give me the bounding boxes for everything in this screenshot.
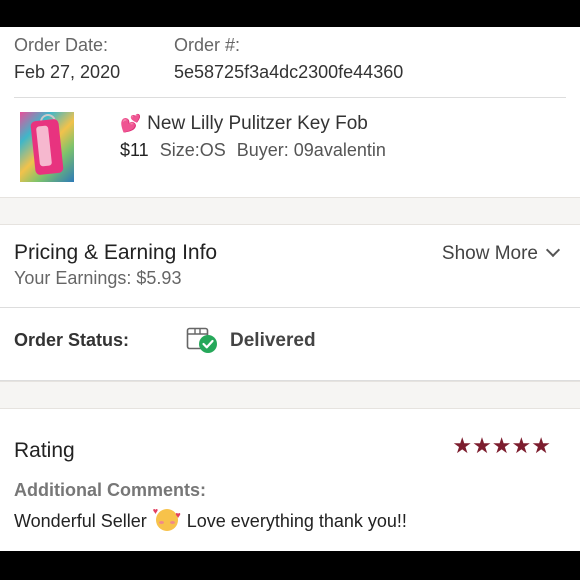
section-separator: [0, 381, 580, 409]
order-date-block: Order Date: Feb 27, 2020: [14, 35, 120, 82]
additional-comments-label: Additional Comments:: [14, 480, 206, 500]
product-details: $11 Size:OS Buyer: 09avalentin: [120, 138, 386, 162]
product-thumbnail[interactable]: [20, 112, 74, 182]
order-meta: Order Date: Feb 27, 2020 Order #: 5e5872…: [14, 35, 574, 95]
comment-text-end: Love everything thank you!!: [186, 511, 407, 531]
order-number-label: Order #:: [174, 35, 241, 55]
order-status-value: Delivered: [230, 330, 316, 351]
order-status-row: Order Status: Delivered: [14, 325, 566, 359]
rating-label: Rating: [14, 439, 75, 462]
delivered-box-check-icon: [186, 327, 217, 353]
product-title: New Lilly Pulitzer Key Fob: [147, 113, 368, 134]
smiling-face-with-hearts-icon: ♥ ♥: [153, 507, 181, 531]
star-icon: ★: [531, 433, 551, 458]
order-number-block: Order #: 5e58725f3a4dc2300fe44360: [174, 35, 403, 82]
order-date-label: Order Date:: [14, 35, 109, 55]
comment-text: Wonderful Seller ♥ ♥ Love everything tha…: [14, 505, 407, 532]
product-size: Size:OS: [159, 140, 226, 160]
section-separator: [0, 197, 580, 225]
product-buyer: Buyer: 09avalentin: [236, 140, 386, 160]
two-hearts-icon: 💕: [120, 114, 142, 133]
divider: [14, 97, 566, 98]
order-date-value: Feb 27, 2020: [14, 62, 121, 82]
product-row[interactable]: 💕 New Lilly Pulitzer Key Fob $11 Size:OS …: [20, 112, 565, 184]
divider: [0, 307, 580, 308]
order-status-label: Order Status:: [14, 330, 130, 350]
star-rating: ★★★★★: [452, 435, 551, 458]
chevron-down-icon: [545, 242, 561, 258]
pricing-section: Pricing & Earning Info Your Earnings: $5…: [14, 240, 566, 300]
show-more-label: Show More: [441, 243, 538, 264]
star-icon: ★: [452, 433, 473, 458]
star-icon: ★: [491, 433, 512, 458]
product-price: $11: [120, 140, 149, 160]
order-details-screen: Order Date: Feb 27, 2020 Order #: 5e5872…: [0, 27, 580, 551]
rating-row: Rating ★★★★★: [14, 435, 566, 475]
product-title-line[interactable]: 💕 New Lilly Pulitzer Key Fob: [120, 112, 368, 136]
star-icon: ★: [472, 433, 492, 458]
order-number-value: 5e58725f3a4dc2300fe44360: [174, 62, 404, 82]
comment-text-start: Wonderful Seller: [14, 511, 147, 531]
star-icon: ★: [511, 433, 532, 458]
your-earnings: Your Earnings: $5.93: [14, 268, 182, 288]
show-more-button[interactable]: Show More: [441, 242, 561, 266]
